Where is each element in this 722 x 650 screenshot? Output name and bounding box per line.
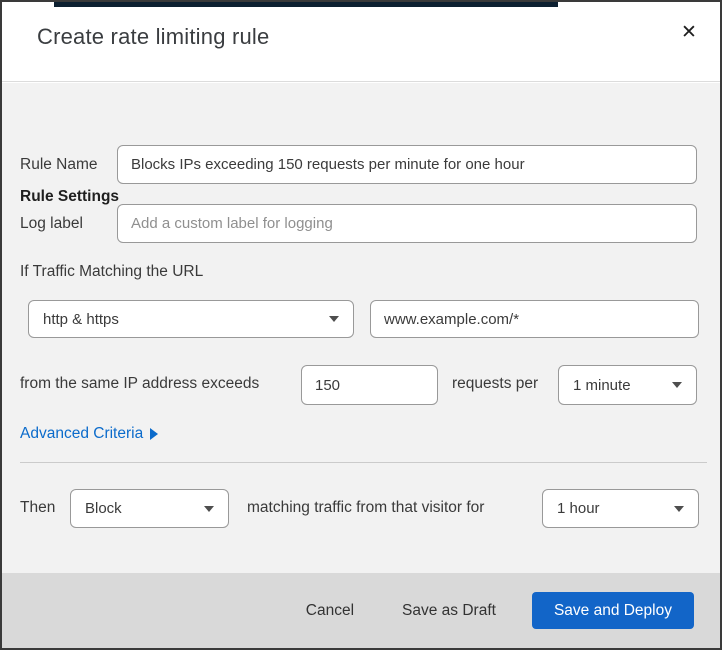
- cancel-button[interactable]: Cancel: [294, 594, 366, 628]
- action-select-value: Block: [85, 500, 122, 517]
- expand-right-arrow-icon: [150, 428, 159, 440]
- traffic-match-intro: If Traffic Matching the URL: [20, 263, 204, 280]
- advanced-criteria-label: Advanced Criteria: [20, 425, 144, 442]
- save-and-deploy-button[interactable]: Save and Deploy: [531, 592, 694, 629]
- dialog-body: Rule Settings Rule Name Log label If Tra…: [2, 83, 720, 575]
- chevron-down-icon: [672, 382, 682, 388]
- then-label: Then: [20, 499, 56, 516]
- threshold-input[interactable]: [301, 365, 438, 405]
- save-as-draft-button[interactable]: Save as Draft: [390, 594, 508, 628]
- rule-name-input[interactable]: [117, 145, 697, 184]
- threshold-text-after: requests per: [452, 375, 539, 392]
- url-pattern-input[interactable]: [370, 300, 699, 338]
- period-select-value: 1 minute: [573, 376, 631, 394]
- create-rate-limiting-rule-dialog: Create rate limiting rule ✕ Rule Setting…: [0, 0, 722, 650]
- dialog-title: Create rate limiting rule: [37, 24, 270, 49]
- advanced-criteria-link[interactable]: Advanced Criteria: [20, 425, 159, 443]
- backdrop-strip: [54, 2, 558, 7]
- rule-settings-heading: Rule Settings: [20, 188, 120, 205]
- rule-name-label: Rule Name: [20, 156, 98, 173]
- action-select[interactable]: Block: [70, 489, 229, 528]
- scheme-select[interactable]: http & https: [28, 300, 354, 338]
- chevron-down-icon: [674, 505, 684, 512]
- duration-select[interactable]: 1 hour: [542, 489, 699, 528]
- duration-select-value: 1 hour: [557, 500, 600, 517]
- dialog-header: Create rate limiting rule ✕: [2, 2, 720, 82]
- period-select[interactable]: 1 minute: [558, 365, 697, 405]
- chevron-down-icon: [329, 316, 339, 322]
- log-label-input[interactable]: [117, 204, 697, 243]
- close-icon[interactable]: ✕: [674, 18, 704, 48]
- action-between-text: matching traffic from that visitor for: [247, 499, 485, 516]
- scheme-select-value: http & https: [43, 310, 119, 328]
- section-divider: [20, 462, 707, 463]
- dialog-footer: Cancel Save as Draft Save and Deploy: [2, 573, 720, 648]
- chevron-down-icon: [204, 505, 214, 512]
- threshold-text-before: from the same IP address exceeds: [20, 375, 260, 392]
- log-label-label: Log label: [20, 215, 83, 232]
